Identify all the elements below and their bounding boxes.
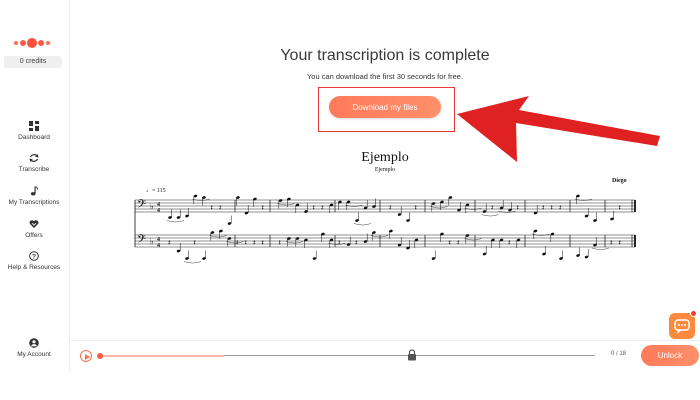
svg-text:𝄢: 𝄢 [137, 198, 146, 214]
unlock-button[interactable]: Unlock [641, 345, 699, 366]
sheet-music: 𝄢 ♭ 44 𝄽 𝄽 𝄽 𝄽 𝄽 𝄽 𝄽 𝄽 𝄽 𝄽 𝄽 𝄽 𝄽𝄢 ♭ 44 𝄽 𝄽 𝄽 𝄽 𝄽 𝄽 𝄽 𝄽 𝄽 𝄽 𝄽 𝄽 𝄽 𝄽 [134, 194, 636, 264]
play-button[interactable] [80, 350, 92, 362]
chat-icon [674, 319, 690, 334]
svg-text:𝄽: 𝄽 [262, 203, 265, 212]
svg-text:𝄽: 𝄽 [211, 203, 214, 212]
svg-text:𝄽: 𝄽 [619, 238, 622, 247]
svg-text:𝄽: 𝄽 [559, 203, 562, 212]
sidebar-item-help[interactable]: ? Help & Resources [0, 251, 68, 271]
sidebar-item-my-transcriptions[interactable]: My Transcriptions [0, 186, 68, 206]
svg-text:𝄽: 𝄽 [194, 238, 197, 247]
svg-text:𝄽: 𝄽 [219, 203, 222, 212]
svg-text:𝄽: 𝄽 [355, 238, 358, 247]
svg-text:𝄽: 𝄽 [415, 203, 418, 212]
sidebar-item-label: My Transcriptions [8, 199, 60, 206]
svg-text:𝄽: 𝄽 [491, 203, 494, 212]
user-icon [29, 338, 39, 348]
svg-text:𝄽: 𝄽 [262, 238, 265, 247]
svg-text:𝄽: 𝄽 [610, 238, 613, 247]
progress-thumb[interactable] [97, 352, 103, 359]
music-note-icon [29, 186, 39, 196]
svg-text:𝄽: 𝄽 [542, 203, 545, 212]
sidebar-item-offers[interactable]: Offers [0, 219, 68, 239]
svg-text:𝄽: 𝄽 [279, 238, 282, 247]
playback-time: 0 / 18 [611, 351, 627, 357]
svg-text:𝄽: 𝄽 [517, 203, 520, 212]
svg-text:𝄽: 𝄽 [389, 203, 392, 212]
svg-text:𝄽: 𝄽 [168, 238, 171, 247]
lock-icon [408, 349, 416, 361]
download-files-button[interactable]: Download my files [329, 96, 441, 118]
svg-text:𝄽: 𝄽 [313, 203, 316, 212]
svg-text:𝄢: 𝄢 [137, 233, 146, 249]
score-composer: Diego [612, 178, 627, 184]
svg-text:𝄽: 𝄽 [457, 238, 460, 247]
svg-text:?: ? [32, 254, 36, 261]
sidebar-item-label: Dashboard [18, 134, 50, 141]
page-title: Your transcription is complete [280, 47, 490, 64]
sidebar-item-label: My Account [17, 351, 51, 358]
chat-button[interactable] [669, 313, 695, 339]
svg-text:4: 4 [157, 208, 160, 214]
svg-text:𝄽: 𝄽 [245, 238, 248, 247]
sidebar-item-my-account[interactable]: My Account [0, 338, 68, 358]
svg-text:𝄽: 𝄽 [253, 238, 256, 247]
svg-text:𝄽: 𝄽 [619, 203, 622, 212]
playback-bar: 0 / 18 Unlock [70, 340, 700, 372]
dashboard-icon [29, 121, 39, 131]
score-title: Ejemplo [361, 150, 409, 165]
svg-text:𝄽: 𝄽 [236, 238, 239, 247]
question-icon: ? [29, 251, 39, 261]
svg-text:♭: ♭ [150, 237, 154, 246]
svg-text:𝄽: 𝄽 [551, 203, 554, 212]
svg-text:𝄽: 𝄽 [338, 238, 341, 247]
gift-icon [29, 219, 39, 229]
svg-text:♭: ♭ [150, 202, 154, 211]
app-logo[interactable] [13, 36, 53, 50]
svg-text:𝄽: 𝄽 [508, 238, 511, 247]
sidebar: 0 credits Dashboard Transcribe My Transc… [0, 0, 70, 372]
svg-text:𝄽: 𝄽 [321, 203, 324, 212]
svg-text:4: 4 [157, 243, 160, 249]
svg-text:𝄽: 𝄽 [449, 238, 452, 247]
sidebar-item-label: Help & Resources [7, 264, 61, 271]
credits-badge: 0 credits [4, 56, 62, 68]
page-subtitle: You can download the first 30 seconds fo… [306, 72, 464, 81]
notification-dot [690, 310, 697, 317]
sidebar-item-label: Transcribe [18, 166, 50, 173]
score-subtitle: Ejemplo [374, 167, 396, 173]
sidebar-item-dashboard[interactable]: Dashboard [0, 121, 68, 141]
sidebar-item-transcribe[interactable]: Transcribe [0, 153, 68, 173]
free-preview-range [100, 355, 224, 357]
refresh-icon [29, 153, 39, 163]
sidebar-item-label: Offers [25, 232, 43, 239]
